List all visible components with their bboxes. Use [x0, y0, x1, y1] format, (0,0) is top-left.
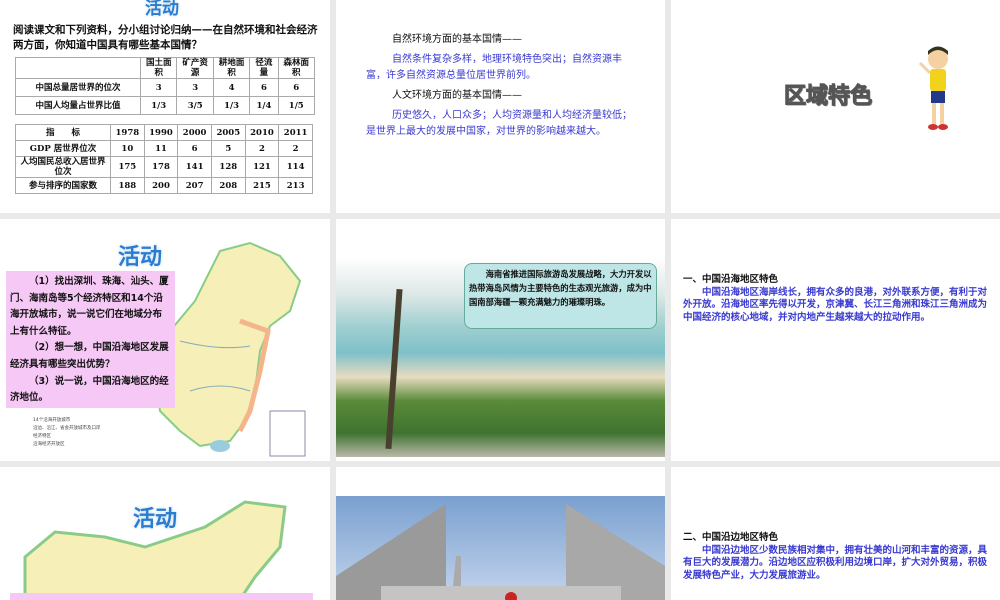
- table-cell: [15, 57, 141, 79]
- table-cell: GDP 居世界位次: [15, 140, 111, 157]
- table-header-row: 国土面积 矿产资源 耕地面积 径流量 森林面积: [15, 57, 315, 79]
- table-cell: 森林面积: [277, 57, 315, 79]
- table-cell: 200: [143, 177, 179, 194]
- hainan-caption: 海南省推进国际旅游岛发展战略，大力开发以热带海岛风情为主要特色的生态观光旅游，成…: [464, 263, 657, 329]
- legend-item: 沿海经济开放区: [33, 442, 65, 447]
- slide-title: 活动: [145, 0, 179, 19]
- table-cell: 耕地面积: [212, 57, 251, 79]
- question-2: （2）想一想，中国沿海地区发展经济具有哪些突出优势？: [10, 342, 169, 370]
- cartoon-boy-icon: [918, 46, 948, 130]
- table-cell: 1978: [110, 124, 145, 141]
- table-cell: 2011: [278, 124, 313, 141]
- table-cell: 矿产资源: [176, 57, 214, 79]
- slide-thumbnail-8[interactable]: [336, 467, 665, 600]
- table-cell: 121: [244, 156, 280, 178]
- question-1: （1）找出深圳、珠海、汕头、厦门、海南岛等5个经济特区和14个沿海开放城市，说一…: [10, 276, 169, 337]
- table-cell: 1/5: [277, 96, 315, 115]
- table-cell: 中国总量居世界的位次: [15, 78, 141, 97]
- question-3: （3）说一说，中国沿海地区的经济地位。: [10, 375, 169, 404]
- natural-text: 自然条件复杂多样，地理环境特色突出；自然资源丰富，许多自然资源总量位居世界前列。: [366, 54, 622, 81]
- legend-item: 经济特区: [33, 434, 51, 439]
- slide-title: 活动: [133, 507, 178, 532]
- table-cell: 175: [110, 156, 145, 178]
- slide-thumbnail-7[interactable]: 活动: [0, 467, 330, 600]
- table-cell: 188: [110, 177, 145, 194]
- legend-item: 沿边、沿江、省会开放城市及口岸: [33, 426, 101, 431]
- table-row: 人均国民总收入居世界位次 175 178 141 128 121 114: [15, 156, 313, 178]
- table-cell: 215: [244, 177, 280, 194]
- table-row: 中国总量居世界的位次 3 3 4 6 6: [15, 78, 315, 97]
- table-cell: 2: [244, 140, 280, 157]
- table-cell: 2010: [244, 124, 280, 141]
- section-heading: 二、中国沿边地区特色: [683, 532, 779, 543]
- table-row: GDP 居世界位次 10 11 6 5 2 2: [15, 140, 313, 157]
- table-cell: 径流量: [249, 57, 279, 79]
- slide-thumbnail-6[interactable]: 一、中国沿海地区特色 中国沿海地区海岸线长，拥有众多的良港，对外联系方便，有利于…: [671, 219, 1000, 461]
- table-cell: 指 标: [15, 124, 111, 141]
- slide-thumbnail-5[interactable]: 海南省推进国际旅游岛发展战略，大力开发以热带海岛风情为主要特色的生态观光旅游，成…: [336, 219, 665, 461]
- table-cell: 207: [177, 177, 212, 194]
- table-cell: 1/3: [139, 96, 178, 115]
- table-cell: 141: [177, 156, 212, 178]
- table-cell: 208: [210, 177, 246, 194]
- slide-thumbnail-3[interactable]: 区域特色: [671, 0, 1000, 213]
- section-body: 中国沿边地区少数民族相对集中，拥有壮美的山河和丰富的资源，具有巨大的发展潜力。沿…: [683, 544, 988, 581]
- table-cell: 3: [139, 78, 178, 97]
- table-row: 参与排序的国家数 188 200 207 208 215 213: [15, 177, 313, 194]
- table-cell: 4: [212, 78, 251, 97]
- table-cell: 3/5: [176, 96, 214, 115]
- table-cell: 1/4: [249, 96, 279, 115]
- table-cell: 11: [143, 140, 179, 157]
- section-heading: 一、中国沿海地区特色: [683, 274, 779, 285]
- slide-title: 区域特色: [783, 84, 873, 110]
- legend-item: 14个沿海开放城市: [33, 418, 71, 423]
- table-cell: 人均国民总收入居世界位次: [15, 156, 111, 178]
- table-cell: 6: [249, 78, 279, 97]
- monument-icon: [336, 504, 665, 600]
- slide-thumbnail-9[interactable]: 二、中国沿边地区特色 中国沿边地区少数民族相对集中，拥有壮美的山河和丰富的资源，…: [671, 467, 1000, 600]
- table-cell: 2: [278, 140, 313, 157]
- slide-title: 活动: [118, 245, 163, 270]
- table-cell: 3: [176, 78, 214, 97]
- human-text: 历史悠久，人口众多；人均资源量和人均经济量较低；是世界上最大的发展中国家，对世界…: [366, 110, 632, 137]
- slide-thumbnail-1[interactable]: 活动 阅读课文和下列资料，分小组讨论归纳——在自然环境和社会经济两方面，你知道中…: [0, 0, 330, 213]
- heading-human: 人文环境方面的基本国情——: [392, 90, 522, 101]
- table-cell: 178: [143, 156, 179, 178]
- border-section: 二、中国沿边地区特色 中国沿边地区少数民族相对集中，拥有壮美的山河和丰富的资源，…: [683, 532, 993, 582]
- activity-questions: （1）找出深圳、珠海、汕头、厦门、海南岛等5个经济特区和14个沿海开放城市，说一…: [6, 271, 175, 408]
- table-cell: 5: [210, 140, 246, 157]
- china-map-icon: [153, 241, 306, 457]
- table-cell: 6: [177, 140, 212, 157]
- table-cell: 213: [278, 177, 313, 194]
- table-cell: 2000: [177, 124, 212, 141]
- table-header-row: 指 标 1978 1990 2000 2005 2010 2011: [15, 124, 313, 141]
- table-cell: 国土面积: [139, 57, 178, 79]
- section-body: 中国沿海地区海岸线长，拥有众多的良港，对外联系方便，有利于对外开放。沿海地区率先…: [683, 286, 988, 323]
- table-row: 中国人均量占世界比值 1/3 3/5 1/3 1/4 1/5: [15, 96, 315, 115]
- table-cell: 6: [277, 78, 315, 97]
- table-cell: 10: [110, 140, 145, 157]
- coastal-section: 一、中国沿海地区特色 中国沿海地区海岸线长，拥有众多的良港，对外联系方便，有利于…: [683, 274, 993, 324]
- table-cell: 参与排序的国家数: [15, 177, 111, 194]
- resources-table: 国土面积 矿产资源 耕地面积 径流量 森林面积 中国总量居世界的位次 3 3 4 6 6 中国人均量占…: [15, 57, 315, 115]
- table-cell: 中国人均量占世界比值: [15, 96, 141, 115]
- activity-box: [10, 593, 313, 600]
- slide-thumbnail-4[interactable]: 活动 （1）找出深圳、珠海、汕头、厦门、海南岛等5个经济特区和14个沿海开放城市…: [0, 219, 330, 461]
- economy-table: 指 标 1978 1990 2000 2005 2010 2011 GDP 居世界位次 10 11…: [15, 124, 313, 194]
- intro-text: 阅读课文和下列资料，分小组讨论归纳——在自然环境和社会经济两方面，你知道中国具有…: [13, 24, 318, 51]
- table-cell: 114: [278, 156, 313, 178]
- table-cell: 1990: [143, 124, 179, 141]
- slide-thumbnail-2[interactable]: 自然环境方面的基本国情—— 自然条件复杂多样，地理环境特色突出；自然资源丰富，许…: [336, 0, 665, 213]
- table-cell: 1/3: [212, 96, 251, 115]
- table-cell: 128: [210, 156, 246, 178]
- table-cell: 2005: [210, 124, 246, 141]
- heading-natural: 自然环境方面的基本国情——: [392, 34, 522, 45]
- map-legend: 14个沿海开放城市 沿边、沿江、省会开放城市及口岸 经济特区 沿海经济开放区: [33, 417, 101, 449]
